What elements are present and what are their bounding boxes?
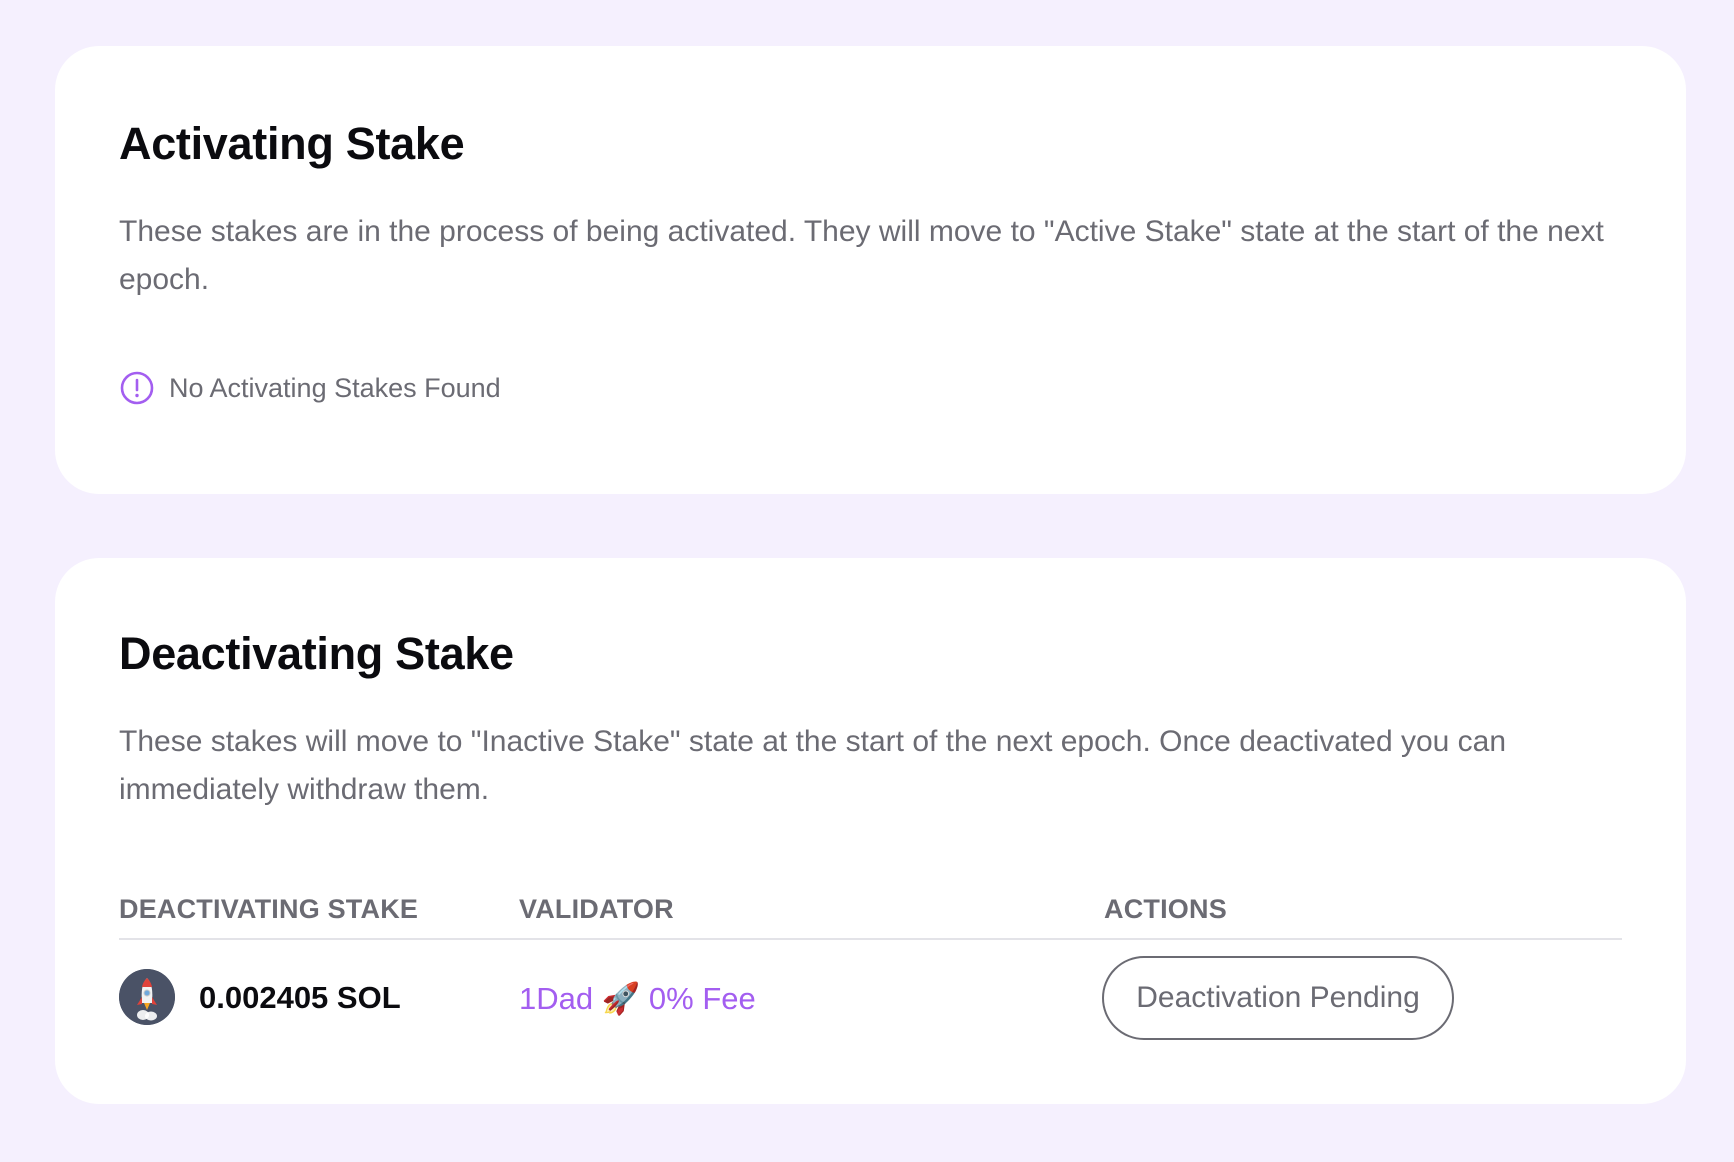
deactivation-pending-button[interactable]: Deactivation Pending [1102,956,1454,1040]
table-header: DEACTIVATING STAKE VALIDATOR ACTIONS [119,888,1622,940]
empty-state-message: No Activating Stakes Found [169,372,501,403]
activating-stake-description: These stakes are in the process of being… [119,215,1604,296]
column-header-deactivating-stake: DEACTIVATING STAKE [119,894,419,924]
deactivating-stake-title: Deactivating Stake [119,628,514,679]
empty-state: No Activating Stakes Found [119,368,501,408]
table-row: 0.002405 SOL 1Dad 🚀 0% Fee Deactivation … [119,940,1622,1040]
rocket-icon [119,969,175,1025]
deactivating-stake-card: Deactivating Stake These stakes will mov… [55,558,1686,1104]
column-header-validator: VALIDATOR [519,894,674,924]
validator-link[interactable]: 1Dad 🚀 0% Fee [519,980,756,1017]
stake-amount: 0.002405 SOL [199,980,401,1015]
deactivating-stake-description: These stakes will move to "Inactive Stak… [119,725,1507,806]
column-header-actions: ACTIONS [1104,894,1227,924]
alert-circle-icon [119,370,155,406]
activating-stake-title: Activating Stake [119,118,465,169]
activating-stake-card: Activating Stake These stakes are in the… [55,46,1686,494]
deactivating-stake-table: DEACTIVATING STAKE VALIDATOR ACTIONS 0.0… [119,888,1622,1040]
